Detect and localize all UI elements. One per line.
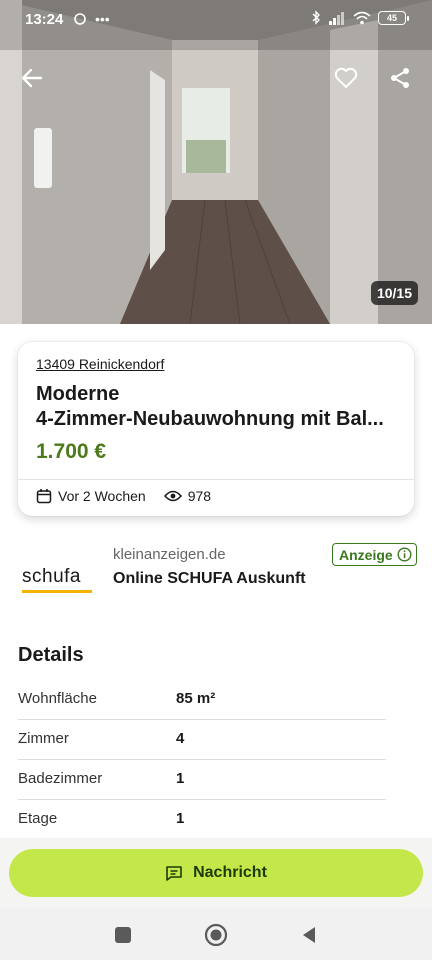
ad-badge[interactable]: Anzeige bbox=[332, 543, 417, 566]
nav-recents-button[interactable] bbox=[110, 922, 136, 948]
details-row: Wohnfläche 85 m² bbox=[18, 680, 386, 720]
view-count-text: 978 bbox=[187, 488, 212, 504]
more-notifications-icon: ••• bbox=[95, 11, 110, 27]
view-count: 978 bbox=[163, 488, 212, 504]
message-button-label: Nachricht bbox=[193, 864, 267, 881]
card-divider bbox=[18, 479, 414, 480]
listing-title-line2: 4-Zimmer-Neubauwohnung mit Bal... bbox=[36, 408, 384, 430]
listing-title: Moderne 4-Zimmer-Neubauwohnung mit Bal..… bbox=[36, 382, 404, 432]
listing-photo[interactable]: 13:24 ••• 45 10/15 bbox=[0, 0, 432, 324]
status-system-icons: 45 bbox=[311, 10, 409, 25]
listing-location-link[interactable]: 13409 Reinickendorf bbox=[36, 356, 164, 372]
schufa-logo: schufa bbox=[22, 566, 94, 593]
ad-title: Online SCHUFA Auskunft bbox=[113, 570, 306, 587]
details-label: Zimmer bbox=[18, 730, 69, 747]
hallway-photo bbox=[0, 0, 432, 324]
wifi-icon bbox=[353, 11, 371, 24]
details-row: Zimmer 4 bbox=[18, 720, 386, 760]
share-icon bbox=[391, 68, 409, 88]
posted-date: Vor 2 Wochen bbox=[36, 488, 146, 504]
nav-home-button[interactable] bbox=[203, 922, 229, 948]
details-table: Wohnfläche 85 m² Zimmer 4 Badezimmer 1 E… bbox=[18, 680, 386, 840]
details-heading: Details bbox=[18, 644, 84, 666]
listing-summary-card: 13409 Reinickendorf Moderne 4-Zimmer-Neu… bbox=[18, 342, 414, 516]
info-icon bbox=[397, 547, 412, 562]
details-value: 4 bbox=[176, 730, 185, 747]
bluetooth-icon bbox=[312, 10, 320, 25]
battery-icon: 45 bbox=[378, 10, 409, 25]
share-button[interactable] bbox=[384, 62, 416, 94]
status-notification-icons: ••• bbox=[73, 11, 110, 27]
nav-recents-icon bbox=[115, 927, 131, 943]
nav-back-icon bbox=[303, 927, 315, 943]
bottom-action-bar: Nachricht bbox=[0, 838, 432, 908]
favorite-button[interactable] bbox=[330, 62, 362, 94]
notification-icon bbox=[74, 13, 86, 25]
status-time: 13:24 bbox=[25, 11, 64, 28]
details-value: 1 bbox=[176, 770, 185, 787]
details-label: Badezimmer bbox=[18, 770, 103, 787]
sponsored-ad[interactable]: schufa kleinanzeigen.de Online SCHUFA Au… bbox=[0, 540, 432, 600]
listing-meta: Vor 2 Wochen 978 bbox=[36, 488, 229, 504]
heart-icon bbox=[334, 67, 358, 88]
nav-back-button[interactable] bbox=[296, 922, 322, 948]
posted-date-text: Vor 2 Wochen bbox=[58, 488, 146, 504]
details-label: Etage bbox=[18, 810, 58, 827]
ad-badge-label: Anzeige bbox=[339, 546, 393, 563]
message-icon bbox=[166, 866, 182, 881]
details-label: Wohnfläche bbox=[18, 690, 97, 707]
details-value: 1 bbox=[176, 810, 185, 827]
back-button[interactable] bbox=[16, 62, 48, 94]
signal-icon bbox=[329, 11, 344, 25]
system-navigation-bar bbox=[0, 908, 432, 960]
status-bar: 13:24 ••• 45 bbox=[0, 0, 432, 40]
nav-home-icon bbox=[204, 923, 228, 947]
eye-icon bbox=[163, 490, 182, 502]
calendar-icon bbox=[36, 489, 52, 504]
details-row: Badezimmer 1 bbox=[18, 760, 386, 800]
image-counter: 10/15 bbox=[370, 281, 418, 305]
listing-title-line1: Moderne bbox=[36, 383, 120, 405]
ad-domain: kleinanzeigen.de bbox=[113, 546, 226, 563]
details-value: 85 m² bbox=[176, 690, 216, 707]
back-arrow-icon bbox=[21, 68, 43, 88]
details-row: Etage 1 bbox=[18, 800, 386, 840]
message-button[interactable]: Nachricht bbox=[9, 849, 423, 897]
listing-price: 1.700 € bbox=[36, 440, 107, 463]
